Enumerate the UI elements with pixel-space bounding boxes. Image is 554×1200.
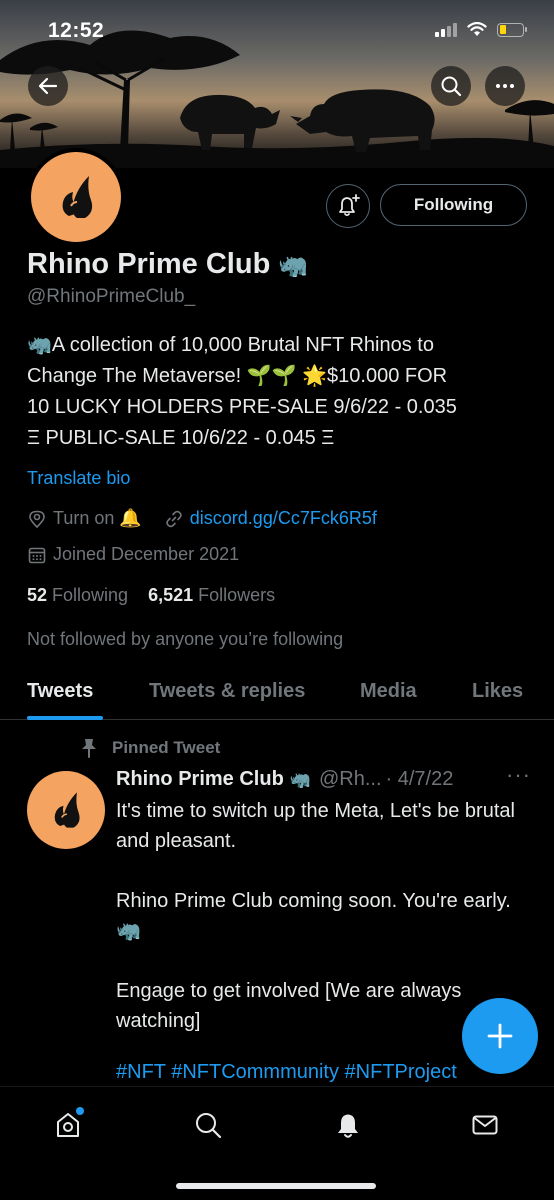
active-tab-indicator <box>27 716 103 720</box>
plus-icon <box>487 1023 513 1049</box>
tab-tweets-and-replies[interactable]: Tweets & replies <box>149 680 305 703</box>
bell-plus-icon <box>339 194 360 217</box>
profile-tabs: Tweets Tweets & replies Media Likes <box>0 670 554 720</box>
location-pin-icon <box>27 509 47 529</box>
tab-media[interactable]: Media <box>360 680 417 703</box>
tweet-author-emoji: 🦏 <box>289 769 311 789</box>
tweet-header: Rhino Prime Club 🦏 @Rh... · 4/7/22 ··· <box>116 762 530 791</box>
bio-line: 10 LUCKY HOLDERS PRE-SALE 9/6/22 - 0.035 <box>27 396 457 418</box>
profile-display-name: Rhino Prime Club 🦏 <box>27 248 308 281</box>
battery-icon <box>497 22 527 37</box>
tweet-author-name[interactable]: Rhino Prime Club <box>116 768 284 791</box>
follow-stats: 52 Following 6,521 Followers <box>27 585 275 606</box>
back-button[interactable] <box>28 66 68 106</box>
tab-likes[interactable]: Likes <box>472 680 523 703</box>
bio-line: Ξ PUBLIC-SALE 10/6/22 - 0.045 Ξ <box>27 427 335 449</box>
tweet-more-button[interactable]: ··· <box>506 762 531 788</box>
nav-home[interactable] <box>48 1105 88 1145</box>
status-icons <box>435 22 527 37</box>
tweet-hashtags[interactable]: #NFT #NFTCommmunity #NFTProject <box>116 1061 457 1084</box>
messages-icon <box>472 1115 498 1135</box>
profile-name-text: Rhino Prime Club <box>27 248 271 280</box>
rhino-horn-logo-icon <box>54 792 80 828</box>
arrow-left-icon <box>38 77 58 95</box>
rhino-horn-logo-icon <box>62 176 93 218</box>
tweet-paragraph: It's time to switch up the Meta, Let's b… <box>116 800 515 852</box>
notifications-icon <box>338 1114 358 1138</box>
notifications-toggle-button[interactable] <box>326 184 370 228</box>
following-button[interactable]: Following <box>380 184 527 226</box>
status-time: 12:52 <box>48 19 105 42</box>
search-icon <box>196 1113 222 1139</box>
profile-avatar[interactable] <box>27 148 125 246</box>
followers-count-link[interactable]: 6,521 Followers <box>148 585 275 606</box>
bio-line: Change The Metaverse! 🌱🌱 🌟$10.000 FOR <box>27 365 448 387</box>
more-button[interactable] <box>485 66 525 106</box>
pin-icon <box>82 739 96 758</box>
search-icon <box>441 76 462 97</box>
more-horizontal-icon <box>496 84 514 88</box>
nav-messages[interactable] <box>465 1105 505 1145</box>
profile-joined-date: Joined December 2021 <box>53 544 240 564</box>
translate-bio-link[interactable]: Translate bio <box>27 468 130 489</box>
tweet-author-avatar[interactable] <box>27 771 105 849</box>
pinned-tweet-text: Pinned Tweet <box>112 738 221 757</box>
following-count-link[interactable]: 52 Following <box>27 585 128 606</box>
link-icon <box>164 509 184 529</box>
signal-icon <box>435 22 457 37</box>
nav-notifications[interactable] <box>328 1105 368 1145</box>
tweet-paragraph: Rhino Prime Club coming soon. You're ear… <box>116 890 511 942</box>
nav-search[interactable] <box>188 1105 228 1145</box>
home-indicator[interactable] <box>176 1183 376 1189</box>
tweet-author-handle: @Rh... <box>318 768 382 790</box>
tab-tweets[interactable]: Tweets <box>27 680 93 703</box>
tweet-date: · 4/7/22 <box>385 768 454 790</box>
profile-name-emoji: 🦏 <box>278 252 309 279</box>
profile-meta-row: Turn on 🔔 discord.gg/Cc7Fck6R5f <box>27 508 377 529</box>
following-label: Following <box>52 585 129 605</box>
profile-handle: @RhinoPrimeClub_ <box>27 286 196 307</box>
status-bar: 12:52 <box>0 0 554 60</box>
bio-line: 🦏A collection of 10,000 Brutal NFT Rhino… <box>27 334 434 356</box>
following-count: 52 <box>27 585 48 605</box>
profile-location: Turn on 🔔 <box>53 508 142 528</box>
pinned-tweet-label: Pinned Tweet <box>80 738 220 758</box>
calendar-icon <box>27 545 47 565</box>
profile-bio: 🦏A collection of 10,000 Brutal NFT Rhino… <box>27 330 527 454</box>
new-content-dot <box>76 1107 84 1115</box>
profile-joined-row: Joined December 2021 <box>27 544 239 565</box>
followers-count: 6,521 <box>148 585 194 605</box>
compose-tweet-button[interactable] <box>462 998 538 1074</box>
followers-label: Followers <box>198 585 276 605</box>
profile-website-link[interactable]: discord.gg/Cc7Fck6R5f <box>190 508 377 529</box>
mutual-followers-note: Not followed by anyone you’re following <box>27 629 344 649</box>
search-button[interactable] <box>431 66 471 106</box>
wifi-icon <box>467 22 487 36</box>
